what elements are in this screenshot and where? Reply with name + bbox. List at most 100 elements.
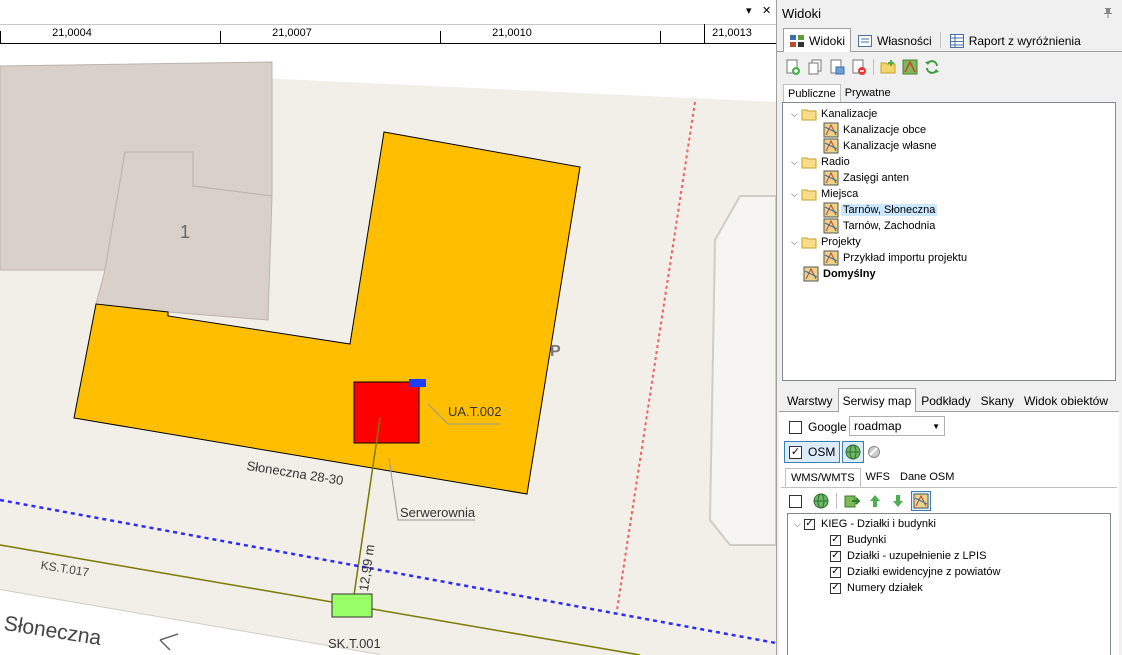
- map-view-button[interactable]: [911, 491, 931, 511]
- delete-view-button[interactable]: [849, 57, 869, 77]
- ruler-tick-label: 21,0004: [52, 27, 92, 39]
- ruler-tick: [660, 31, 661, 43]
- osm-toggle[interactable]: ✓ OSM: [784, 441, 841, 463]
- tree-view-item[interactable]: Kanalizacje własne: [823, 138, 939, 154]
- tree-folder-kanalizacje[interactable]: ⌵ Kanalizacje: [791, 106, 879, 122]
- layer-checkbox[interactable]: ✓: [804, 518, 815, 530]
- layer-checkbox[interactable]: ✓: [830, 534, 841, 546]
- pin-icon[interactable]: [1102, 7, 1114, 19]
- map-titlebar: ▾ ✕: [0, 0, 776, 24]
- views-toolbar: [777, 52, 1122, 82]
- arrow-down-icon: [893, 495, 903, 507]
- google-map-type: roadmap ▼: [849, 416, 945, 436]
- report-icon: [949, 33, 964, 48]
- collapse-icon[interactable]: ⌵: [794, 519, 804, 530]
- tree-view-default[interactable]: Domyślny: [803, 266, 878, 282]
- tree-view-item[interactable]: Tarnów, Zachodnia: [823, 218, 937, 234]
- tree-view-item-selected[interactable]: Tarnów, Słoneczna: [823, 202, 938, 218]
- map-view-icon: [823, 250, 839, 266]
- tab-wms-wmts[interactable]: WMS/WMTS: [785, 468, 861, 487]
- move-down-button[interactable]: [888, 491, 908, 511]
- refresh-icon: [925, 60, 939, 74]
- collapse-icon[interactable]: ⌵: [791, 109, 801, 120]
- tree-label: Miejsca: [821, 188, 859, 200]
- tab-label: Własności: [877, 33, 932, 48]
- tree-label: Kanalizacje: [821, 108, 878, 120]
- layer-item[interactable]: ✓ Budynki: [830, 532, 888, 548]
- duplicate-view-button[interactable]: [827, 57, 847, 77]
- close-icon[interactable]: ✕: [762, 4, 771, 17]
- bottom-tabs: Warstwy Serwisy map Podkłady Skany Widok…: [779, 388, 1119, 412]
- layer-item[interactable]: ✓ Działki - uzupełnienie z LPIS: [830, 548, 988, 564]
- layer-checkbox[interactable]: ✓: [830, 550, 841, 562]
- tree-folder-radio[interactable]: ⌵ Radio: [791, 154, 852, 170]
- layer-group[interactable]: ⌵ ✓ KIEG - Działki i budynki: [794, 516, 938, 532]
- eraser-button[interactable]: [864, 442, 884, 462]
- duplicate-icon: [830, 59, 845, 75]
- tab-osm-data[interactable]: Dane OSM: [895, 468, 959, 487]
- collapse-icon[interactable]: ⌵: [791, 157, 801, 168]
- ruler-tick: [704, 24, 705, 43]
- tab-scans[interactable]: Skany: [976, 389, 1019, 411]
- coordinate-ruler: 21,0004 21,0007 21,0010 21,0013: [0, 24, 776, 44]
- tab-properties[interactable]: Własności: [851, 29, 938, 51]
- tree-folder-miejsca[interactable]: ⌵ Miejsca: [791, 186, 860, 202]
- dropdown-icon[interactable]: ▾: [746, 4, 752, 17]
- visibility-tabs: Publiczne Prywatne: [777, 82, 1122, 102]
- google-label: Google: [808, 420, 847, 434]
- red-dashed-line: [616, 101, 696, 611]
- folder-icon: [801, 109, 817, 121]
- select-all-checkbox[interactable]: [789, 494, 802, 508]
- google-row: Google: [789, 420, 847, 434]
- map-view-icon: [823, 218, 839, 234]
- eraser-icon: [868, 446, 881, 458]
- tree-label: Radio: [821, 156, 850, 168]
- tree-folder-projekty[interactable]: ⌵ Projekty: [791, 234, 863, 250]
- copy-view-button[interactable]: [805, 57, 825, 77]
- map-canvas[interactable]: ▾ ✕ 21,0004 21,0007 21,0010 21,0013 1 P …: [0, 0, 776, 655]
- ruler-tick-label: 21,0013: [712, 27, 752, 39]
- tab-widoki[interactable]: Widoki: [783, 28, 852, 52]
- tab-public[interactable]: Publiczne: [783, 84, 841, 102]
- tab-private[interactable]: Prywatne: [841, 84, 895, 102]
- move-up-button[interactable]: [865, 491, 885, 511]
- add-view-button[interactable]: [783, 57, 803, 77]
- layer-group-label: KIEG - Działki i budynki: [821, 518, 936, 530]
- google-checkbox[interactable]: [789, 420, 802, 434]
- tab-object-view[interactable]: Widok obiektów: [1019, 389, 1113, 411]
- layer-label: Numery działek: [847, 582, 923, 594]
- tab-basemaps[interactable]: Podkłady: [916, 389, 975, 411]
- tab-wfs[interactable]: WFS: [861, 468, 895, 487]
- tree-view-item[interactable]: Przykład importu projektu: [823, 250, 969, 266]
- ruler-tick: [440, 31, 441, 43]
- tree-view-item[interactable]: Zasięgi anten: [823, 170, 911, 186]
- map-view-button[interactable]: [900, 57, 920, 77]
- blue-marker: [409, 379, 426, 387]
- map-type-select[interactable]: roadmap ▼: [849, 416, 945, 436]
- osm-globe-button[interactable]: [842, 441, 865, 463]
- toolbar-separator: [836, 493, 837, 509]
- tree-view-item[interactable]: Kanalizacje obce: [823, 122, 928, 138]
- tab-layers[interactable]: Warstwy: [782, 389, 838, 411]
- map-view-icon: [823, 138, 839, 154]
- folder-icon: [801, 237, 817, 249]
- layer-checkbox[interactable]: ✓: [830, 566, 841, 578]
- collapse-icon[interactable]: ⌵: [791, 237, 801, 248]
- osm-checkbox[interactable]: ✓: [789, 445, 802, 459]
- collapse-icon[interactable]: ⌵: [791, 189, 801, 200]
- layer-checkbox[interactable]: ✓: [830, 582, 841, 594]
- tab-map-services[interactable]: Serwisy map: [837, 388, 917, 412]
- new-folder-button[interactable]: [878, 57, 898, 77]
- tree-label: Przykład importu projektu: [843, 252, 968, 264]
- panel-title-text: Widoki: [782, 6, 822, 21]
- import-button[interactable]: [842, 491, 862, 511]
- layer-item[interactable]: ✓ Numery działek: [830, 580, 925, 596]
- globe-button[interactable]: [811, 491, 831, 511]
- tab-highlight-report[interactable]: Raport z wyróżnienia: [943, 29, 1087, 51]
- server-room-box: [353, 381, 420, 444]
- refresh-button[interactable]: [922, 57, 942, 77]
- ruler-tick: [0, 31, 1, 43]
- tree-label: Domyślny: [823, 268, 876, 280]
- ua-label: UA.T.002: [448, 404, 502, 419]
- layer-item[interactable]: ✓ Działki ewidencyjne z powiatów: [830, 564, 1002, 580]
